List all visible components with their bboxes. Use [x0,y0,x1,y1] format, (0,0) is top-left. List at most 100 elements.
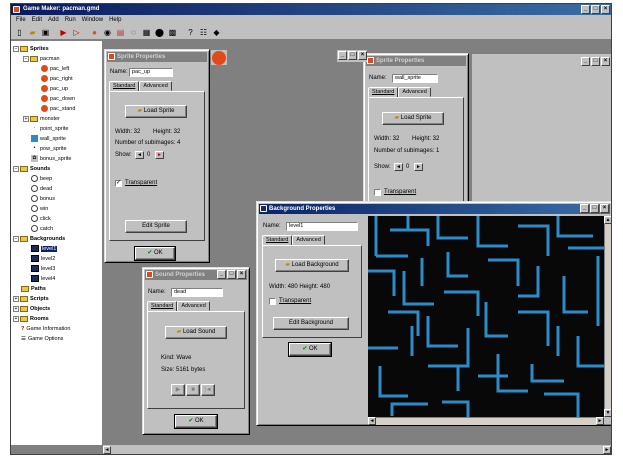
name-field[interactable]: dead [171,288,223,297]
collapse-icon[interactable]: − [13,165,19,172]
tree-item[interactable]: catch [31,224,53,233]
tree-rooms[interactable]: + Rooms [13,314,49,323]
close-button[interactable]: × [601,57,610,66]
scroll-left-arrow[interactable]: ◄ [103,446,111,454]
load-background-button[interactable]: ▰ Load Background [275,259,349,272]
add-sound-icon[interactable]: ◉ [102,27,113,38]
tree-item[interactable]: ✿ bonus_sprite [31,154,72,163]
tree-game-options[interactable]: ☰ Game Options [21,334,63,343]
maximize-button[interactable]: □ [590,204,599,213]
open-icon[interactable]: ▰ [27,27,38,38]
name-field[interactable]: level1 [286,222,358,231]
rewind-button[interactable]: |◄ [201,384,215,396]
ok-button[interactable]: ✔ OK [174,414,218,429]
collapse-icon[interactable]: − [13,45,19,52]
menu-edit[interactable]: Edit [32,15,42,25]
tree-backgrounds[interactable]: − Backgrounds [13,234,65,243]
minimize-button[interactable]: _ [581,57,590,66]
load-sprite-button[interactable]: ▰ Load Sprite [125,105,187,118]
tree-sprites[interactable]: − Sprites [13,44,49,53]
scroll-right-arrow[interactable]: ► [603,446,611,454]
edit-sprite-button[interactable]: Edit Sprite [125,220,187,233]
add-script-icon[interactable]: ▦ [141,27,152,38]
load-sound-button[interactable]: ▰ Load Sound [165,326,227,339]
edit-background-button[interactable]: Edit Background [273,317,349,330]
minimize-button[interactable]: _ [581,5,590,14]
close-button[interactable]: × [600,204,609,213]
minimize-button[interactable]: _ [217,270,226,279]
menu-help[interactable]: Help [109,15,121,25]
ok-button[interactable]: ✔ OK [288,342,332,357]
load-sprite-button[interactable]: ▰ Load Sprite [382,112,444,125]
tree-item[interactable]: level3 [31,264,55,273]
game-info-icon[interactable]: ◆ [211,27,222,38]
close-button[interactable]: × [237,270,246,279]
play-button[interactable]: ▶ [171,384,185,396]
workspace-horizontal-scrollbar[interactable]: ◄ ► [103,444,611,454]
scroll-left-arrow[interactable]: ◄ [368,417,376,425]
tree-sounds[interactable]: − Sounds [13,164,50,173]
tree-item[interactable]: · point_sprite [31,124,68,133]
collapse-icon[interactable]: − [13,235,19,242]
expand-icon[interactable]: + [13,315,19,322]
tree-game-information[interactable]: ? Game Information [21,324,70,333]
add-sprite-icon[interactable]: ● [89,27,100,38]
help-icon[interactable]: ? [185,27,196,38]
tree-item[interactable]: • pow_sprite [31,144,67,153]
add-object-icon[interactable]: ⬤ [154,27,165,38]
scroll-down-arrow[interactable]: ▼ [604,409,611,417]
tree-item[interactable]: pac_left [41,64,69,73]
transparent-checkbox[interactable]: ✓ [115,180,122,187]
tree-pacman[interactable]: − pacman [23,54,60,63]
expand-icon[interactable]: + [13,295,19,302]
tree-monster[interactable]: + monster [23,114,60,123]
tree-paths[interactable]: Paths [21,284,46,293]
prev-subimage-button[interactable]: ◄ [394,163,403,171]
run-icon[interactable]: ▶ [58,27,69,38]
menu-add[interactable]: Add [48,15,59,25]
tab-advanced[interactable]: Advanced [177,301,210,311]
add-background-icon[interactable]: ▤ [115,27,126,38]
prev-subimage-button[interactable]: ◄ [135,151,144,159]
stop-button[interactable]: ■ [186,384,200,396]
tree-item[interactable]: level2 [31,254,55,263]
menu-file[interactable]: File [16,15,26,25]
tree-scripts[interactable]: + Scripts [13,294,49,303]
menu-window[interactable]: Window [82,15,103,25]
preview-vertical-scrollbar[interactable]: ▲ ▼ [604,216,611,417]
collapse-icon[interactable]: − [23,55,29,62]
maximize-button[interactable]: □ [227,270,236,279]
add-path-icon[interactable]: ◌ [128,27,139,38]
tree-item[interactable]: bonus [31,194,55,203]
next-subimage-button[interactable]: ► [414,163,423,171]
close-button[interactable]: × [358,51,367,60]
expand-icon[interactable]: + [23,115,29,122]
maximize-button[interactable]: □ [591,57,600,66]
close-button[interactable]: × [601,5,610,14]
next-subimage-button[interactable]: ► [155,151,164,159]
scroll-up-arrow[interactable]: ▲ [604,216,611,224]
tree-item[interactable]: beep [31,174,52,183]
minimize-button[interactable]: _ [338,51,347,60]
maximize-button[interactable]: □ [591,5,600,14]
tree-objects[interactable]: + Objects [13,304,50,313]
tree-item[interactable]: wall_sprite [31,134,66,143]
run-debug-icon[interactable]: ▷ [71,27,82,38]
menu-run[interactable]: Run [65,15,76,25]
ok-button[interactable]: ✔ OK [134,246,176,261]
add-room-icon[interactable]: ▩ [167,27,178,38]
save-icon[interactable]: ▣ [40,27,51,38]
transparent-checkbox[interactable] [269,298,276,305]
expand-icon[interactable]: + [13,305,19,312]
name-field[interactable]: pac_up [129,68,173,77]
maximize-button[interactable]: □ [348,51,357,60]
scroll-right-arrow[interactable]: ► [596,417,604,425]
tab-advanced[interactable]: Advanced [139,81,172,91]
tree-item[interactable]: pac_right [41,74,73,83]
tab-advanced[interactable]: Advanced [292,235,325,245]
tree-item[interactable]: click [31,214,51,223]
tree-item[interactable]: pac_stand [41,104,75,113]
preview-horizontal-scrollbar[interactable]: ◄ ► [368,417,604,425]
transparent-checkbox[interactable] [374,189,381,196]
tree-item[interactable]: level4 [31,274,55,283]
